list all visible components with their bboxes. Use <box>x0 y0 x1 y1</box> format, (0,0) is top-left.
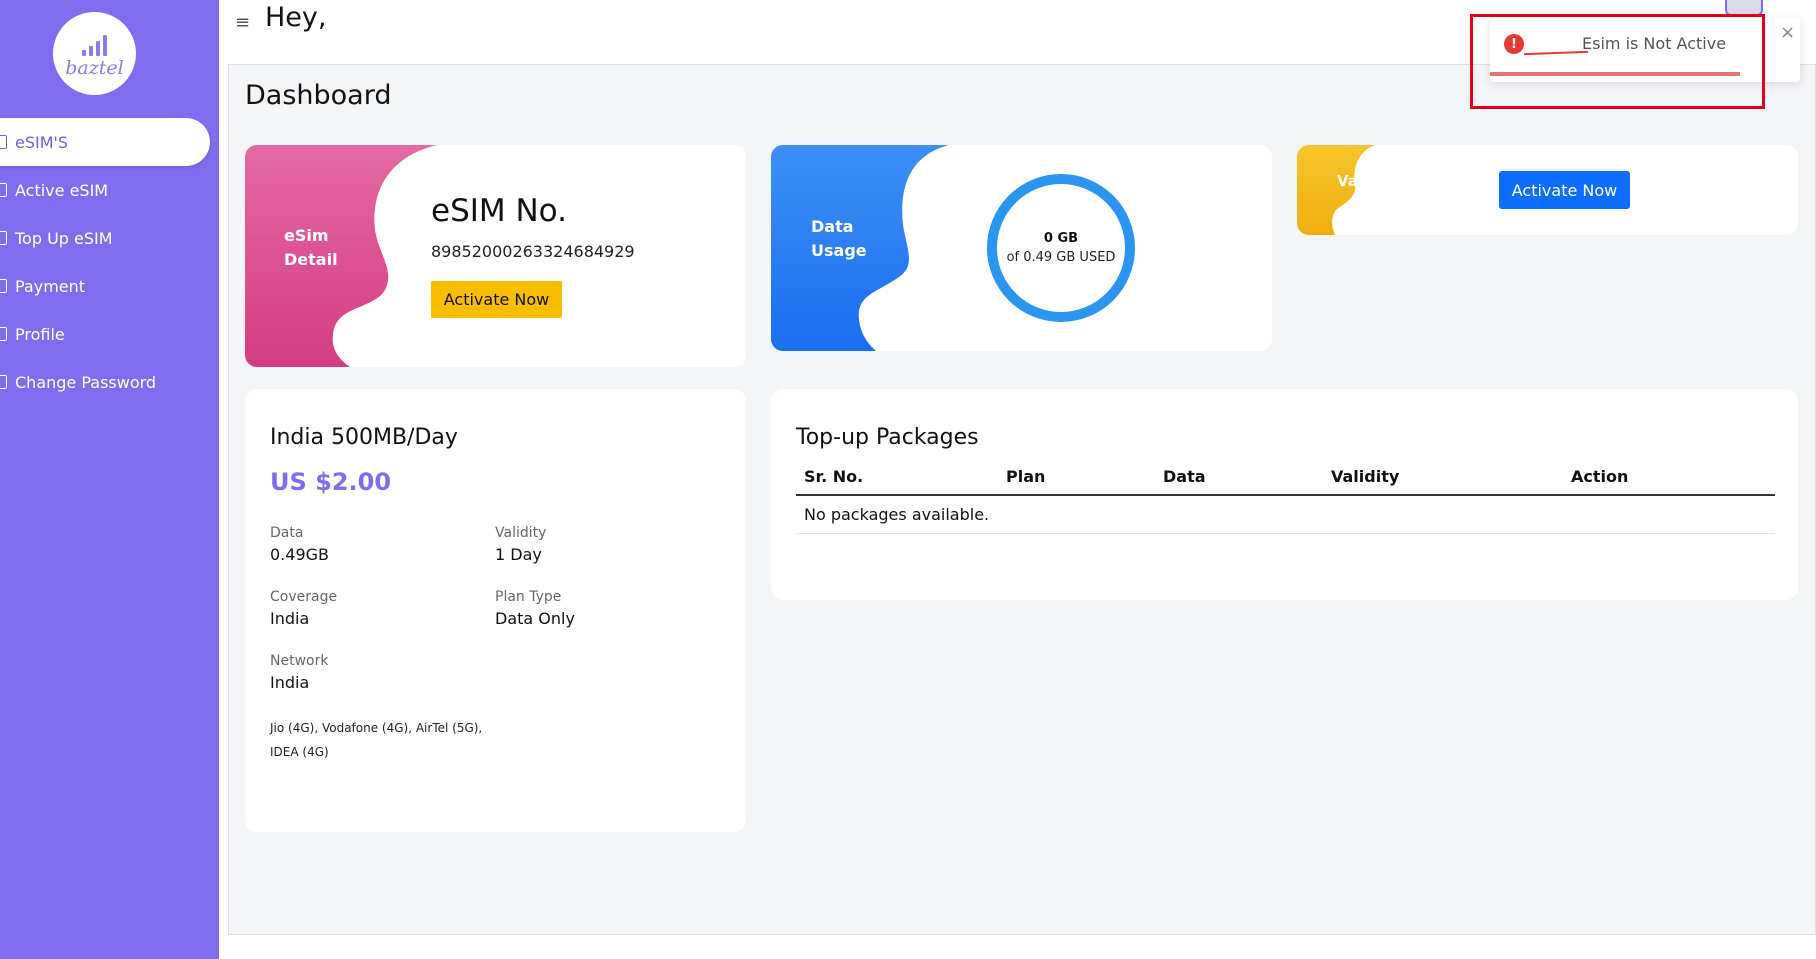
plan-coverage-field: Coverage India <box>270 589 338 628</box>
page-title: Dashboard <box>245 80 392 111</box>
column-header: Sr. No. <box>796 459 998 496</box>
esim-heading: eSIM No. <box>431 193 567 229</box>
usage-used: 0 GB <box>1043 231 1079 246</box>
menu-toggle-icon[interactable]: ≡ <box>235 12 250 33</box>
card-label: Va <box>1337 172 1358 190</box>
column-header: Action <box>1563 459 1775 496</box>
esim-detail-card: eSim Detail eSIM No. 8985200026332468492… <box>245 145 746 367</box>
topup-icon <box>0 231 7 245</box>
brand-name: baztel <box>65 56 124 79</box>
profile-icon <box>0 327 7 341</box>
signal-bars-icon <box>82 34 107 56</box>
usage-ring: 0 GB of 0.49 GB USED <box>987 174 1135 322</box>
sidebar-item-label: Payment <box>15 276 86 296</box>
sim-icon <box>0 135 7 149</box>
plan-name: India 500MB/Day <box>270 425 458 450</box>
lock-icon <box>0 375 7 389</box>
topup-table: Sr. No. Plan Data Validity Action No pac… <box>796 459 1775 534</box>
sidebar-item-top-up-esim[interactable]: Top Up eSIM <box>0 214 219 262</box>
network-detail: Jio (4G), Vodafone (4G), AirTel (5G), ID… <box>270 721 483 759</box>
column-header: Plan <box>998 459 1155 496</box>
sidebar: baztel eSIM'S Active eSIM Top Up eSIM Pa… <box>0 0 219 959</box>
plan-network-field: Network India <box>270 653 329 692</box>
highlight-box <box>1470 14 1765 109</box>
brand-logo[interactable]: baztel <box>53 12 136 95</box>
sidebar-item-label: eSIM'S <box>15 132 69 152</box>
activate-now-button[interactable]: Activate Now <box>431 281 562 318</box>
sidebar-item-label: Active eSIM <box>15 180 109 200</box>
sidebar-nav: eSIM'S Active eSIM Top Up eSIM Payment P… <box>0 118 219 406</box>
close-icon[interactable]: × <box>1780 22 1795 43</box>
topup-packages-card: Top-up Packages Sr. No. Plan Data Validi… <box>771 389 1798 600</box>
greeting: Hey, <box>265 2 327 33</box>
usage-total: of 0.49 GB USED <box>1006 250 1116 265</box>
plan-validity-field: Validity 1 Day <box>495 525 547 564</box>
plan-data-field: Data 0.49GB <box>270 525 329 564</box>
plan-price: US $2.00 <box>270 468 392 496</box>
sim-icon <box>0 183 7 197</box>
sidebar-item-label: Change Password <box>15 372 157 392</box>
esim-number: 89852000263324684929 <box>431 242 635 261</box>
validity-card: Va Activate Now <box>1297 145 1798 235</box>
card-decoration <box>245 145 437 367</box>
topup-title: Top-up Packages <box>796 425 979 450</box>
sidebar-item-esims[interactable]: eSIM'S <box>0 118 210 166</box>
plan-type-field: Plan Type Data Only <box>495 589 575 628</box>
empty-message: No packages available. <box>796 495 1775 534</box>
table-row: No packages available. <box>796 495 1775 534</box>
activate-now-button[interactable]: Activate Now <box>1499 171 1630 209</box>
sidebar-item-profile[interactable]: Profile <box>0 310 219 358</box>
sidebar-item-change-password[interactable]: Change Password <box>0 358 219 406</box>
plan-card: India 500MB/Day US $2.00 Data 0.49GB Val… <box>245 389 746 832</box>
sidebar-item-payment[interactable]: Payment <box>0 262 219 310</box>
sidebar-item-active-esim[interactable]: Active eSIM <box>0 166 219 214</box>
card-label: Data Usage <box>811 217 867 260</box>
payment-icon <box>0 279 7 293</box>
column-header: Data <box>1155 459 1323 496</box>
data-usage-card: Data Usage 0 GB of 0.49 GB USED <box>771 145 1272 351</box>
card-label: eSim Detail <box>284 226 338 269</box>
sidebar-item-label: Profile <box>15 324 65 344</box>
card-decoration <box>771 145 949 351</box>
sidebar-item-label: Top Up eSIM <box>15 228 113 248</box>
column-header: Validity <box>1323 459 1563 496</box>
